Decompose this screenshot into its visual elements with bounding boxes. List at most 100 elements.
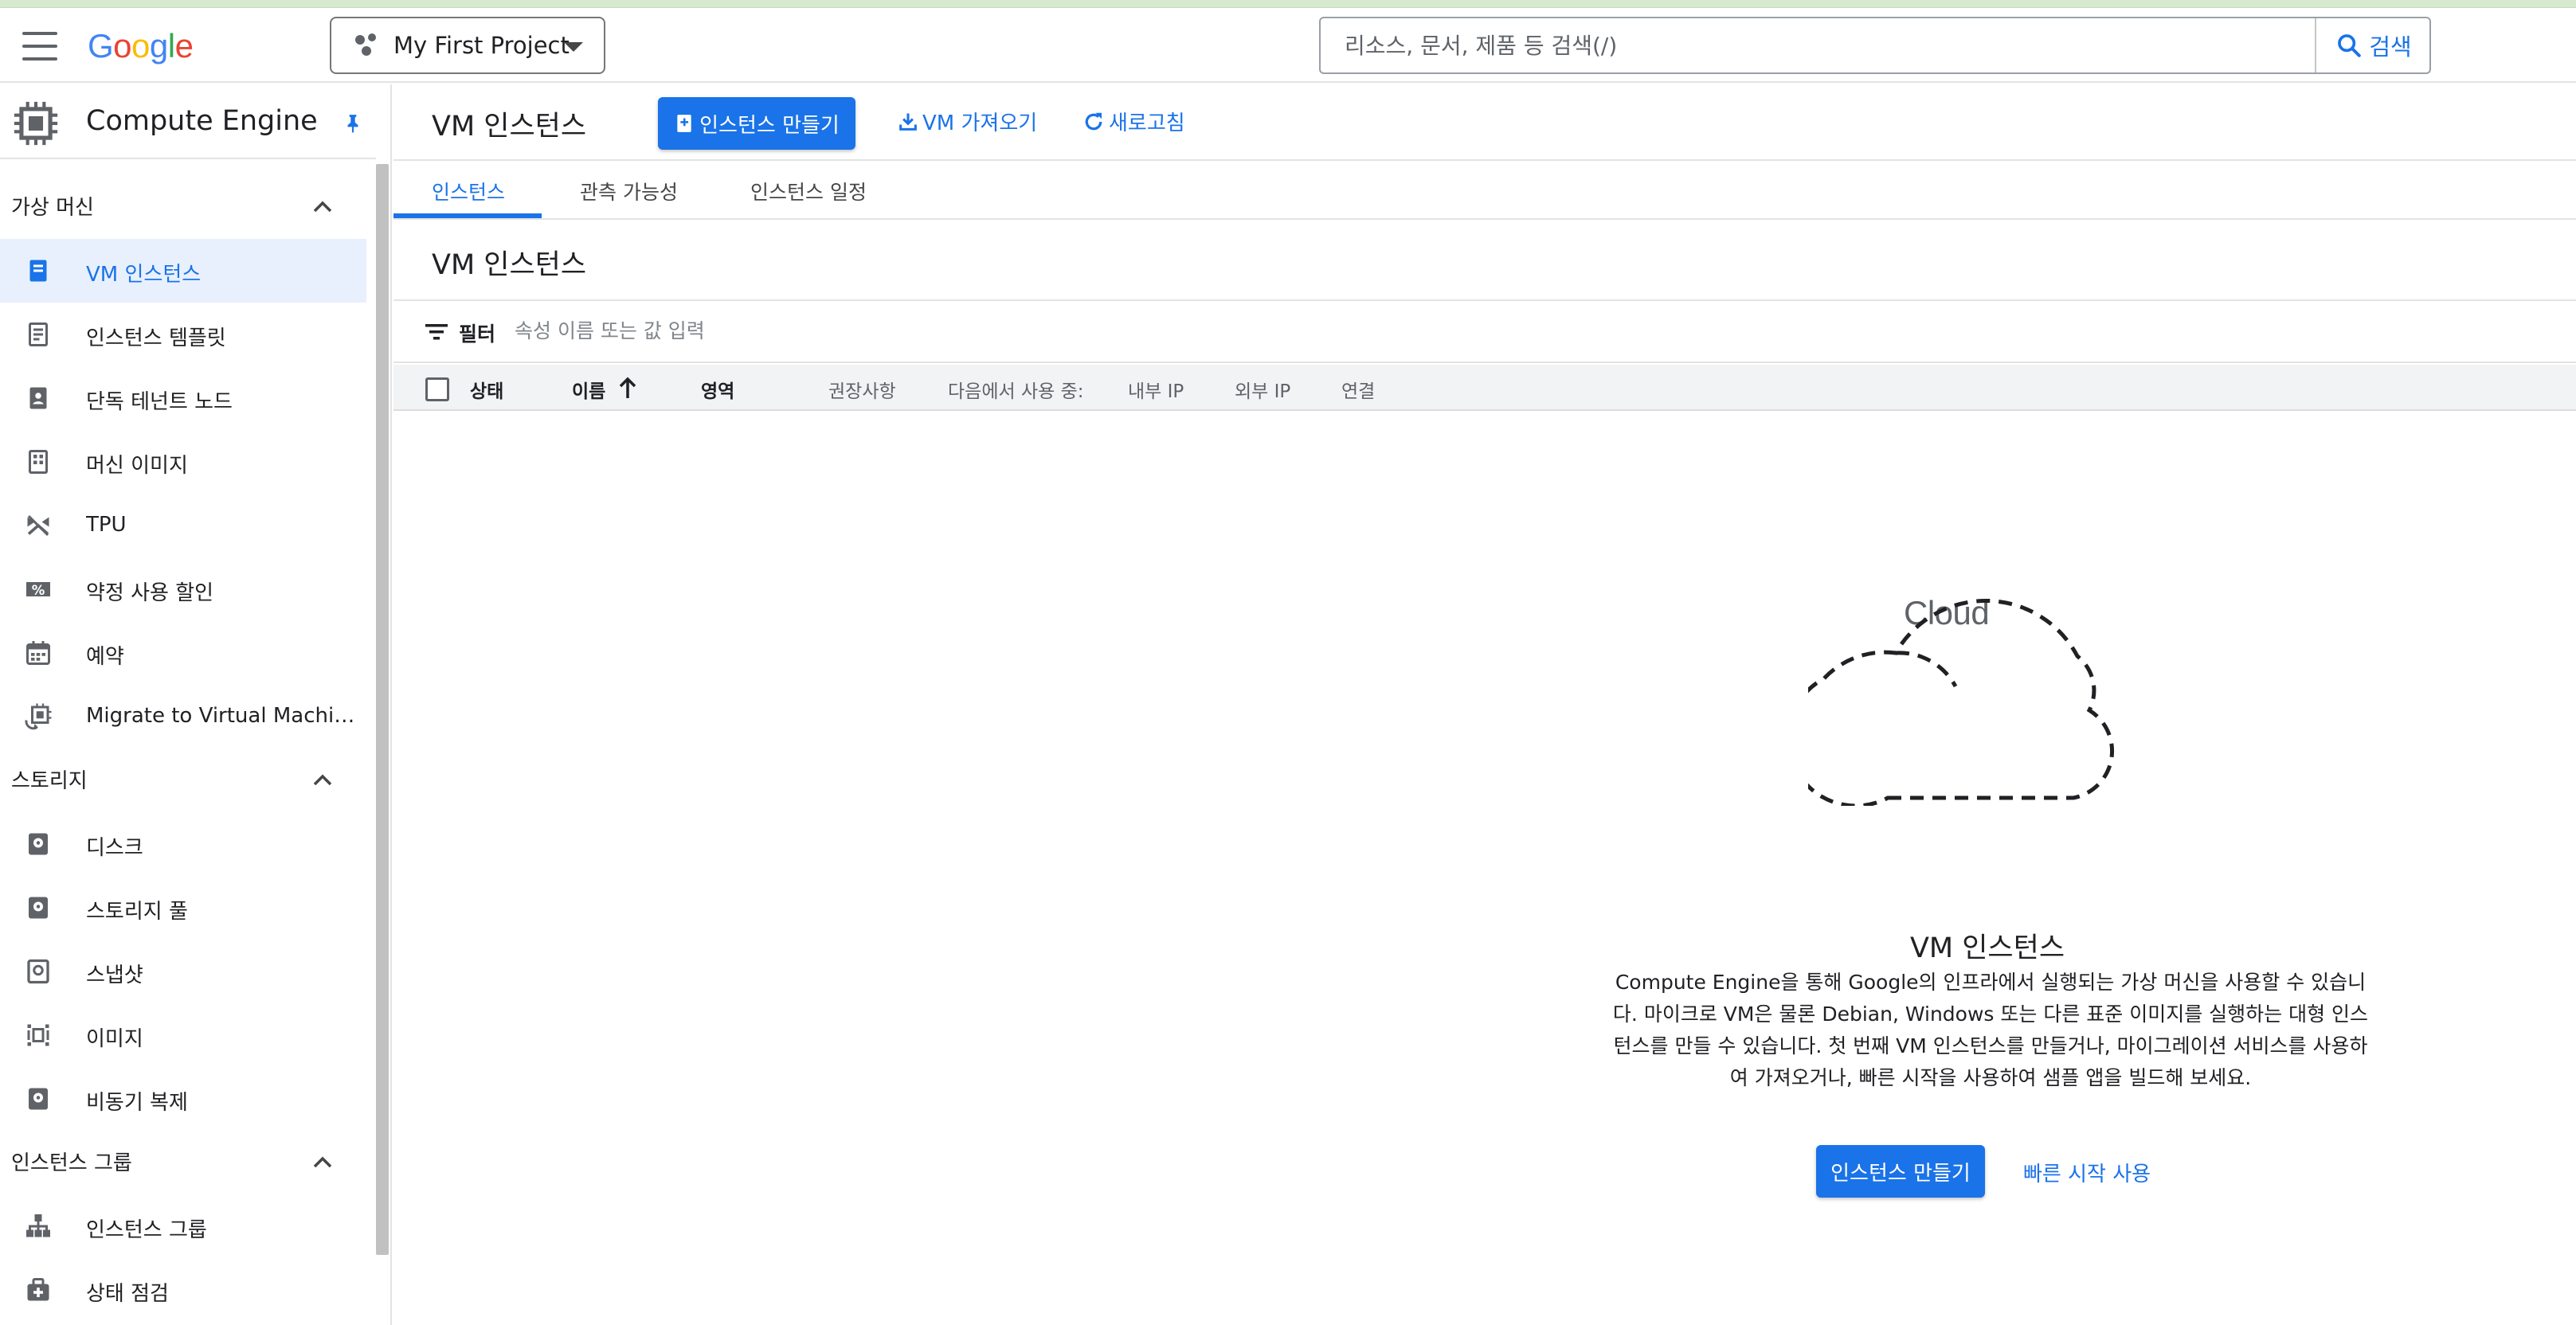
percent-icon: % [26, 582, 50, 598]
nav-section-virtual-machines[interactable]: 가상 머신 [0, 175, 366, 239]
sidebar-item-instance-groups[interactable]: 인스턴스 그룹 [0, 1194, 366, 1258]
side-nav: Compute Engine 가상 머신 VM 인스턴스 인스턴스 템플릿 단독… [0, 84, 376, 1325]
filter-label: 필터 [459, 322, 496, 346]
empty-state-create-instance-button[interactable]: 인스턴스 만들기 [1816, 1145, 1985, 1198]
table-header: 상태 이름 영역 권장사항 다음에서 사용 중: 내부 IP 외부 IP 연결 [393, 365, 2576, 411]
empty-state-description: Compute Engine을 통해 Google의 인프라에서 실행되는 가상… [1612, 971, 2369, 1089]
create-instance-button[interactable]: 인스턴스 만들기 [658, 97, 855, 150]
logo-letter: l [167, 27, 175, 64]
section-header: VM 인스턴스 [393, 221, 2576, 301]
sidebar-item-label: VM 인스턴스 [86, 263, 202, 287]
snapshot-icon [27, 959, 49, 984]
nav-section-label: 인스턴스 그룹 [11, 1151, 132, 1175]
sidebar-item-health-checks[interactable]: 상태 점검 [0, 1258, 366, 1322]
logo-letter: G [88, 27, 114, 64]
nav-section-label: 가상 머신 [11, 196, 94, 220]
sidebar-item-storage-pools[interactable]: 스토리지 풀 [0, 876, 366, 940]
logo-letter: e [174, 27, 194, 64]
quickstart-link[interactable]: 빠른 시작 사용 [2023, 1158, 2151, 1187]
product-title: Compute Engine [86, 105, 318, 137]
refresh-button[interactable]: 새로고침 [1082, 107, 1185, 136]
hamburger-icon [22, 32, 57, 35]
sidebar-item-label: 디스크 [86, 836, 143, 860]
refresh-label: 새로고침 [1109, 111, 1185, 135]
sidebar-scrollbar[interactable] [376, 164, 389, 1255]
sidebar-item-label: 머신 이미지 [86, 454, 188, 478]
disk-icon [29, 833, 48, 855]
create-instance-label: 인스턴스 만들기 [699, 113, 840, 138]
sidebar-item-label: TPU [86, 513, 127, 537]
sidebar-item-label: 비동기 복제 [86, 1091, 188, 1115]
nav-section-instance-groups[interactable]: 인스턴스 그룹 [0, 1131, 366, 1194]
sidebar-item-snapshots[interactable]: 스냅샷 [0, 940, 366, 1003]
sidebar-item-disks[interactable]: 디스크 [0, 812, 366, 876]
sidebar-item-label: 이미지 [86, 1027, 143, 1051]
sidebar-item-label: Migrate to Virtual Machin... [86, 704, 357, 728]
logo-letter: g [149, 27, 168, 64]
sort-arrow-up-icon[interactable] [618, 376, 637, 400]
pin-icon[interactable] [343, 111, 363, 135]
column-header-internal-ip[interactable]: 내부 IP [1128, 376, 1184, 403]
sidebar-item-label: 인스턴스 그룹 [86, 1218, 207, 1242]
sidebar-item-machine-images[interactable]: 머신 이미지 [0, 430, 366, 494]
async-replication-icon [29, 1088, 48, 1110]
select-all-checkbox[interactable] [425, 377, 449, 401]
search-button[interactable]: 검색 [2315, 18, 2431, 72]
import-icon [899, 113, 917, 131]
nav-header: Compute Engine [0, 84, 376, 159]
sidebar-item-label: 약정 사용 할인 [86, 581, 214, 605]
column-header-zone[interactable]: 영역 [701, 376, 734, 403]
column-header-recommendations[interactable]: 권장사항 [828, 376, 896, 403]
column-header-connect[interactable]: 연결 [1341, 376, 1375, 403]
filter-icon [425, 324, 448, 340]
empty-cloud-illustration [1808, 598, 2115, 806]
refresh-icon [1085, 112, 1102, 130]
project-name: My First Project [393, 32, 570, 59]
chevron-up-icon [313, 774, 332, 786]
active-tab-indicator [393, 213, 542, 218]
filter-input[interactable] [515, 311, 1311, 350]
sidebar-item-images[interactable]: 이미지 [0, 1003, 366, 1067]
sidebar-item-committed-use-discounts[interactable]: % 약정 사용 할인 [0, 557, 366, 621]
nav-divider [390, 84, 392, 1325]
chevron-up-icon [313, 201, 332, 213]
search-button-label: 검색 [2369, 33, 2412, 61]
sidebar-item-label: 인스턴스 템플릿 [86, 326, 226, 350]
sidebar-item-async-replication[interactable]: 비동기 복제 [0, 1067, 366, 1131]
main-menu-button[interactable] [22, 32, 57, 61]
google-cloud-logo[interactable]: Google Cloud [88, 25, 1990, 631]
section-title: VM 인스턴스 [432, 249, 587, 281]
search-input[interactable] [1321, 18, 2315, 72]
sidebar-item-label: 상태 점검 [86, 1282, 169, 1306]
project-picker[interactable]: My First Project [330, 17, 605, 74]
sidebar-item-reservations[interactable]: 예약 [0, 621, 366, 685]
caret-down-icon [564, 42, 583, 52]
top-bar: GoogleCloud My First Project 검색 [0, 8, 2576, 631]
sidebar-item-vm-instances[interactable]: VM 인스턴스 [0, 239, 366, 303]
sidebar-item-sole-tenant-nodes[interactable]: 단독 테넌트 노드 [0, 366, 366, 430]
column-header-external-ip[interactable]: 외부 IP [1235, 376, 1290, 403]
column-header-status[interactable]: 상태 [470, 376, 503, 403]
tab-observability[interactable]: 관측 가능성 [580, 177, 678, 205]
page-title: VM 인스턴스 [432, 111, 587, 143]
image-icon [27, 1024, 49, 1046]
chevron-up-icon [313, 1156, 332, 1168]
add-instance-icon [677, 115, 691, 132]
column-header-name[interactable]: 이름 [572, 376, 605, 403]
vm-instance-icon [29, 260, 47, 282]
tab-instance-schedules[interactable]: 인스턴스 일정 [750, 177, 867, 205]
import-vm-label: VM 가져오기 [922, 111, 1038, 135]
sidebar-item-tpu[interactable]: TPU [0, 494, 366, 557]
instance-group-icon [26, 1214, 50, 1237]
tpu-icon [27, 514, 49, 537]
sidebar-item-label: 스냅샷 [86, 963, 143, 987]
page-header: VM 인스턴스 인스턴스 만들기 VM 가져오기 새로고침 [393, 84, 2576, 161]
tab-instances[interactable]: 인스턴스 [432, 177, 505, 205]
sidebar-item-instance-templates[interactable]: 인스턴스 템플릿 [0, 303, 366, 366]
sidebar-item-label: 단독 테넌트 노드 [86, 390, 233, 414]
nav-section-label: 스토리지 [11, 769, 88, 793]
nav-section-storage[interactable]: 스토리지 [0, 748, 366, 812]
import-vm-button[interactable]: VM 가져오기 [897, 107, 1037, 136]
sidebar-item-migrate[interactable]: Migrate to Virtual Machin... [0, 685, 366, 748]
column-header-in-use-by[interactable]: 다음에서 사용 중: [948, 376, 1084, 403]
